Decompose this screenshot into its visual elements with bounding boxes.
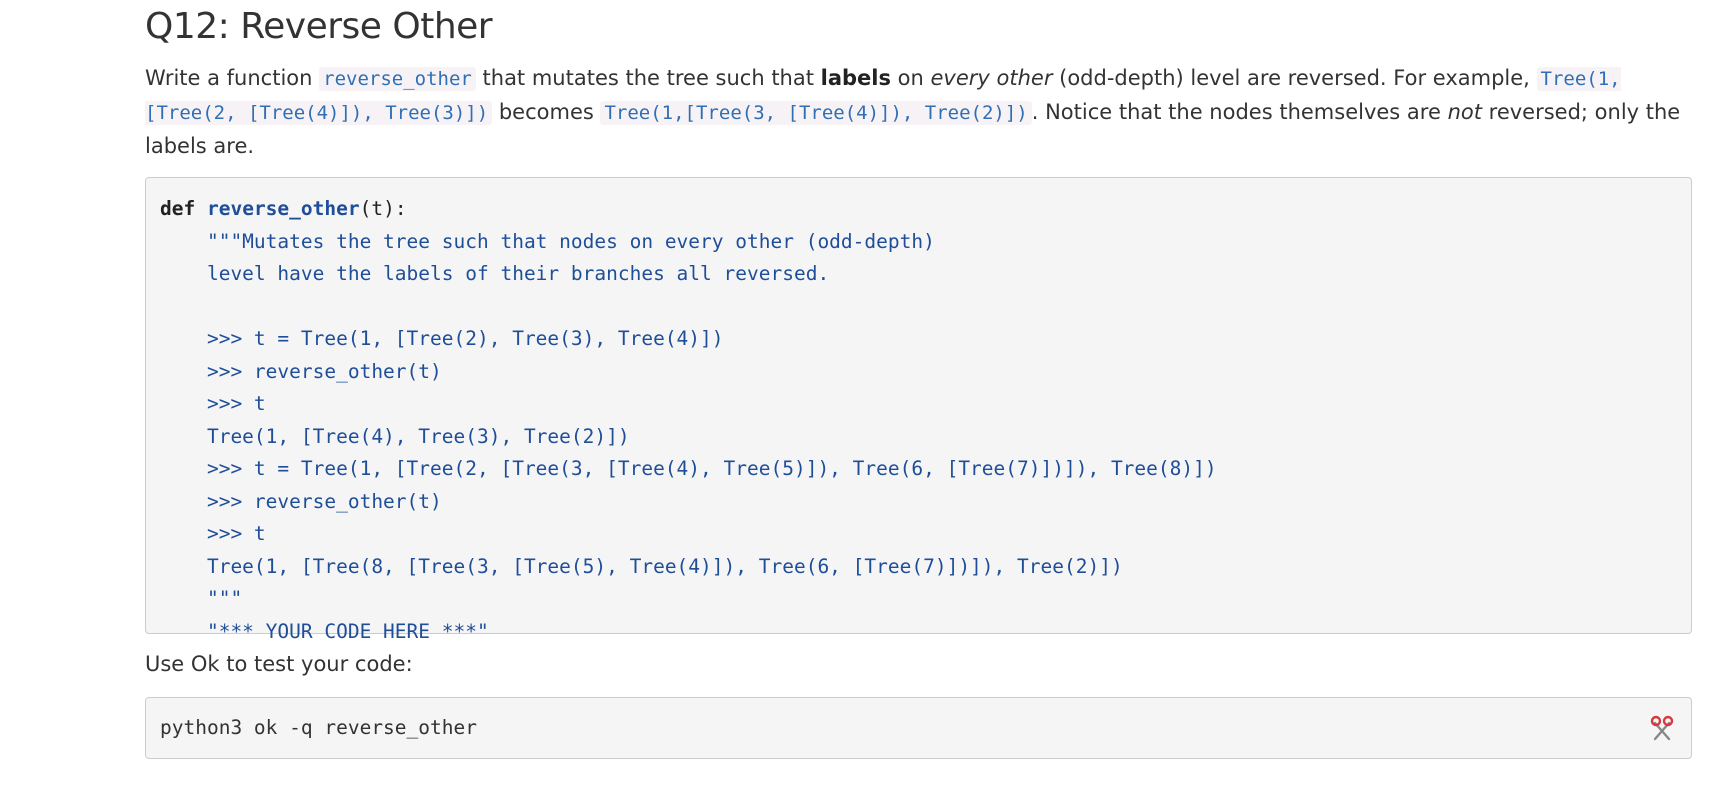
code-line: "*** YOUR CODE HERE ***" — [160, 619, 489, 643]
code-line: Tree(1, [Tree(8, [Tree(3, [Tree(5), Tree… — [160, 554, 1123, 578]
code-line: """ — [160, 587, 243, 610]
inline-code-fn-name: reverse_other — [319, 67, 476, 91]
bold-labels: labels — [820, 66, 891, 90]
code-line: >>> reverse_other(t) — [160, 489, 442, 513]
code-signature: def reverse_other(t): — [160, 193, 1677, 226]
test-label: Use Ok to test your code: — [145, 652, 413, 676]
code-line: >>> t — [160, 392, 266, 415]
inline-code-example-after: Tree(1,[Tree(3, [Tree(4)]), Tree(2)]) — [600, 101, 1032, 125]
code-block: def reverse_other(t): """Mutates the tre… — [145, 177, 1692, 643]
code-line: >>> t = Tree(1, [Tree(2, [Tree(3, [Tree(… — [160, 457, 1217, 480]
command-block: python3 ok -q reverse_other — [145, 697, 1692, 759]
def-keyword: def — [160, 197, 196, 220]
code-line: Tree(1, [Tree(4), Tree(3), Tree(2)]) — [160, 424, 630, 448]
test-command[interactable]: python3 ok -q reverse_other — [160, 712, 1677, 744]
question-description: Write a function reverse_other that muta… — [145, 66, 1681, 158]
code-line: >>> reverse_other(t) — [160, 359, 442, 383]
function-name: reverse_other — [206, 197, 360, 220]
italic-every-other: every other — [930, 66, 1053, 90]
code-line: level have the labels of their branches … — [160, 262, 830, 285]
main-content: Q12: Reverse Other Write a function reve… — [145, 0, 1692, 759]
code-line — [160, 291, 1677, 324]
function-signature: (t): — [359, 197, 407, 220]
code-line: >>> t — [160, 522, 266, 545]
scissors-icon[interactable] — [1649, 715, 1675, 741]
question-title: Q12: Reverse Other — [145, 6, 493, 47]
code-line: >>> t = Tree(1, [Tree(2), Tree(3), Tree(… — [160, 327, 724, 350]
code-line: """Mutates the tree such that nodes on e… — [160, 229, 935, 253]
italic-not: not — [1447, 100, 1482, 124]
